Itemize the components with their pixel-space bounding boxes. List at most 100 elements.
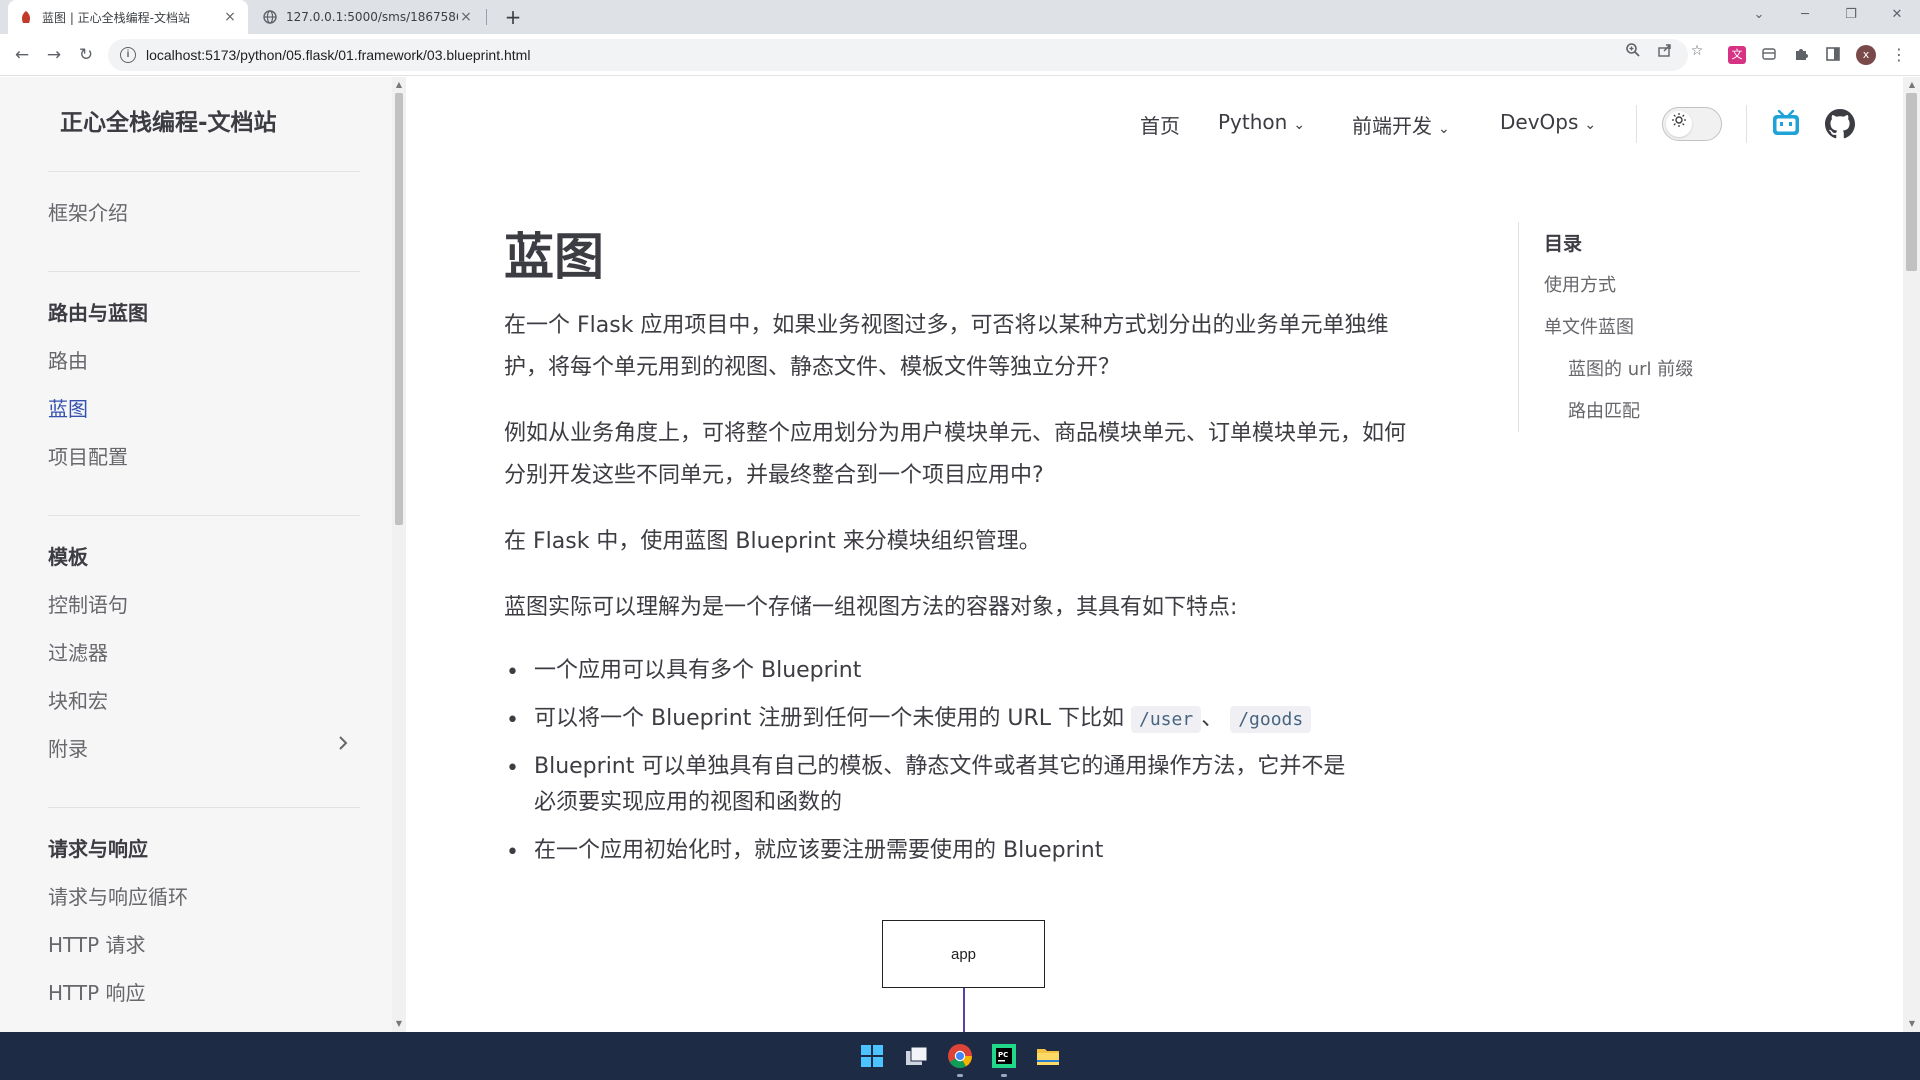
sidebar-item-config[interactable]: 项目配置 xyxy=(48,441,128,470)
close-window-icon[interactable]: ✕ xyxy=(1882,0,1912,30)
nav-frontend[interactable]: 前端开发 ⌄ xyxy=(1352,110,1450,139)
paragraph: 在一个 Flask 应用项目中，如果业务视图过多，可否将以某种方式划分出的业务单… xyxy=(504,313,1389,380)
list-item-line: Blueprint 可以单独具有自己的模板、静态文件或者其它的通用操作方法，它并… xyxy=(534,754,1346,779)
globe-icon xyxy=(262,9,278,25)
github-icon[interactable] xyxy=(1825,109,1855,143)
tab-localhost[interactable]: 127.0.0.1:5000/sms/18675867 × xyxy=(252,0,484,34)
theme-toggle[interactable] xyxy=(1662,107,1722,141)
diagram-app-node: app xyxy=(882,920,1045,988)
sidebar-item-appendix[interactable]: 附录 xyxy=(48,733,88,762)
sidebar-item-route[interactable]: 路由 xyxy=(48,345,88,374)
tab-blueprint[interactable]: 蓝图 | 正心全栈编程-文档站 × xyxy=(8,0,248,34)
translate-extension-icon[interactable]: 文 xyxy=(1728,46,1746,64)
browser-toolbar: ← → ↻ i localhost:5173/python/05.flask/0… xyxy=(0,34,1920,76)
share-icon[interactable] xyxy=(1656,42,1674,60)
tab-close-icon[interactable]: × xyxy=(222,9,238,25)
reload-icon[interactable]: ↻ xyxy=(74,43,98,67)
forward-icon[interactable]: → xyxy=(42,43,66,67)
sun-icon xyxy=(1666,111,1692,137)
tab-title: 蓝图 | 正心全栈编程-文档站 xyxy=(42,10,191,25)
inline-code: /user xyxy=(1131,706,1202,733)
bullet-dot: • xyxy=(506,660,519,685)
list-item: 一个应用可以具有多个 Blueprint xyxy=(534,658,862,683)
page-viewport: 正心全栈编程-文档站 框架介绍 路由与蓝图 路由 蓝图 项目配置 模板 控制语句… xyxy=(0,77,1920,1032)
toc-border xyxy=(1518,222,1519,432)
sidebar-divider xyxy=(48,807,360,808)
sidebar-item-cycle[interactable]: 请求与响应循环 xyxy=(48,881,188,910)
site-favicon-icon xyxy=(18,9,34,25)
paragraph: 例如从业务角度上，可将整个应用划分为用户模块单元、商品模块单元、订单模块单元，如… xyxy=(504,421,1407,488)
nav-divider xyxy=(1746,105,1747,143)
toc-item[interactable]: 蓝图的 url 前缀 xyxy=(1568,355,1693,381)
site-info-icon[interactable]: i xyxy=(120,47,136,63)
sidebar-item-http-response[interactable]: HTTP 响应 xyxy=(48,977,146,1006)
toc-title: 目录 xyxy=(1544,233,1583,255)
list-item: Blueprint 可以单独具有自己的模板、静态文件或者其它的通用操作方法，它并… xyxy=(534,749,1424,821)
scroll-up-icon[interactable]: ▲ xyxy=(1905,80,1919,89)
sidebar-group-title: 路由与蓝图 xyxy=(48,301,148,325)
file-explorer-icon[interactable] xyxy=(1034,1042,1062,1070)
nav-devops[interactable]: DevOps ⌄ xyxy=(1500,110,1596,134)
chrome-icon[interactable] xyxy=(946,1042,974,1070)
windows-start-icon[interactable] xyxy=(858,1042,886,1070)
nav-divider xyxy=(1636,105,1637,143)
restore-icon[interactable]: ❐ xyxy=(1836,0,1866,30)
sidebar-divider xyxy=(48,171,360,172)
list-item-text: 可以将一个 Blueprint 注册到任何一个未使用的 URL 下比如 xyxy=(534,706,1124,731)
sidepanel-icon[interactable] xyxy=(1824,46,1842,64)
taskbar: PC xyxy=(0,1032,1920,1080)
toc-item[interactable]: 使用方式 xyxy=(1544,271,1616,297)
tab-close-icon[interactable]: × xyxy=(458,9,474,25)
scroll-down-icon[interactable]: ▼ xyxy=(392,1019,406,1028)
chevron-down-icon: ⌄ xyxy=(1584,117,1597,133)
diagram-connector xyxy=(963,988,965,1032)
sidebar-item-macro[interactable]: 块和宏 xyxy=(48,685,108,714)
new-tab-button[interactable]: + xyxy=(500,4,526,30)
sidebar-item-blueprint[interactable]: 蓝图 xyxy=(48,393,88,422)
sidebar-group-title: 模板 xyxy=(48,545,88,569)
nav-devops-label: DevOps xyxy=(1500,110,1579,134)
minimize-icon[interactable]: ─ xyxy=(1790,0,1820,30)
toc-item[interactable]: 路由匹配 xyxy=(1568,397,1640,423)
svg-text:PC: PC xyxy=(998,1051,1008,1059)
inline-code: /goods xyxy=(1230,706,1312,733)
pycharm-icon[interactable]: PC xyxy=(990,1042,1018,1070)
sidebar-item-http-request[interactable]: HTTP 请求 xyxy=(48,929,146,958)
profile-avatar[interactable]: x xyxy=(1856,45,1876,65)
bilibili-icon[interactable] xyxy=(1771,109,1801,141)
sidebar: 正心全栈编程-文档站 框架介绍 路由与蓝图 路由 蓝图 项目配置 模板 控制语句… xyxy=(0,77,392,1032)
chevron-down-icon: ⌄ xyxy=(1438,121,1450,137)
tab-separator xyxy=(486,9,487,25)
toc-item[interactable]: 单文件蓝图 xyxy=(1544,313,1634,339)
url-text: localhost:5173/python/05.flask/01.framew… xyxy=(146,47,531,63)
sidebar-scroll-thumb[interactable] xyxy=(395,93,403,525)
zoom-icon[interactable] xyxy=(1624,42,1642,60)
list-item: 可以将一个 Blueprint 注册到任何一个未使用的 URL 下比如 /use… xyxy=(534,701,1424,738)
list-item-sep: 、 xyxy=(1201,706,1224,731)
menu-icon[interactable]: ⋮ xyxy=(1890,46,1908,64)
sidebar-item-control[interactable]: 控制语句 xyxy=(48,589,128,618)
task-view-icon[interactable] xyxy=(902,1042,930,1070)
site-title[interactable]: 正心全栈编程-文档站 xyxy=(60,103,277,137)
address-bar[interactable]: i localhost:5173/python/05.flask/01.fram… xyxy=(108,39,1688,71)
puzzle-icon[interactable] xyxy=(1792,46,1810,64)
extension-icon[interactable] xyxy=(1760,46,1778,64)
scroll-up-icon[interactable]: ▲ xyxy=(392,80,406,89)
chevron-right-icon[interactable] xyxy=(336,733,350,758)
list-item: 在一个应用初始化时，就应该要注册需要使用的 Blueprint xyxy=(534,838,1104,863)
running-indicator xyxy=(957,1074,963,1077)
scroll-down-icon[interactable]: ▼ xyxy=(1905,1019,1919,1028)
back-icon[interactable]: ← xyxy=(10,43,34,67)
nav-python[interactable]: Python ⌄ xyxy=(1218,110,1305,134)
nav-frontend-label: 前端开发 xyxy=(1352,114,1432,138)
tab-search-icon[interactable]: ⌄ xyxy=(1744,0,1774,30)
paragraph: 蓝图实际可以理解为是一个存储一组视图方法的容器对象，其具有如下特点: xyxy=(504,595,1238,620)
sidebar-item-filter[interactable]: 过滤器 xyxy=(48,637,108,666)
sidebar-item-intro[interactable]: 框架介绍 xyxy=(48,197,128,226)
bullet-dot: • xyxy=(506,840,519,865)
sidebar-group-title: 请求与响应 xyxy=(48,837,148,861)
page-scroll-thumb[interactable] xyxy=(1906,93,1917,271)
list-item-line: 必须要实现应用的视图和函数的 xyxy=(534,790,843,815)
star-icon[interactable]: ☆ xyxy=(1688,42,1706,60)
nav-home[interactable]: 首页 xyxy=(1140,110,1180,139)
